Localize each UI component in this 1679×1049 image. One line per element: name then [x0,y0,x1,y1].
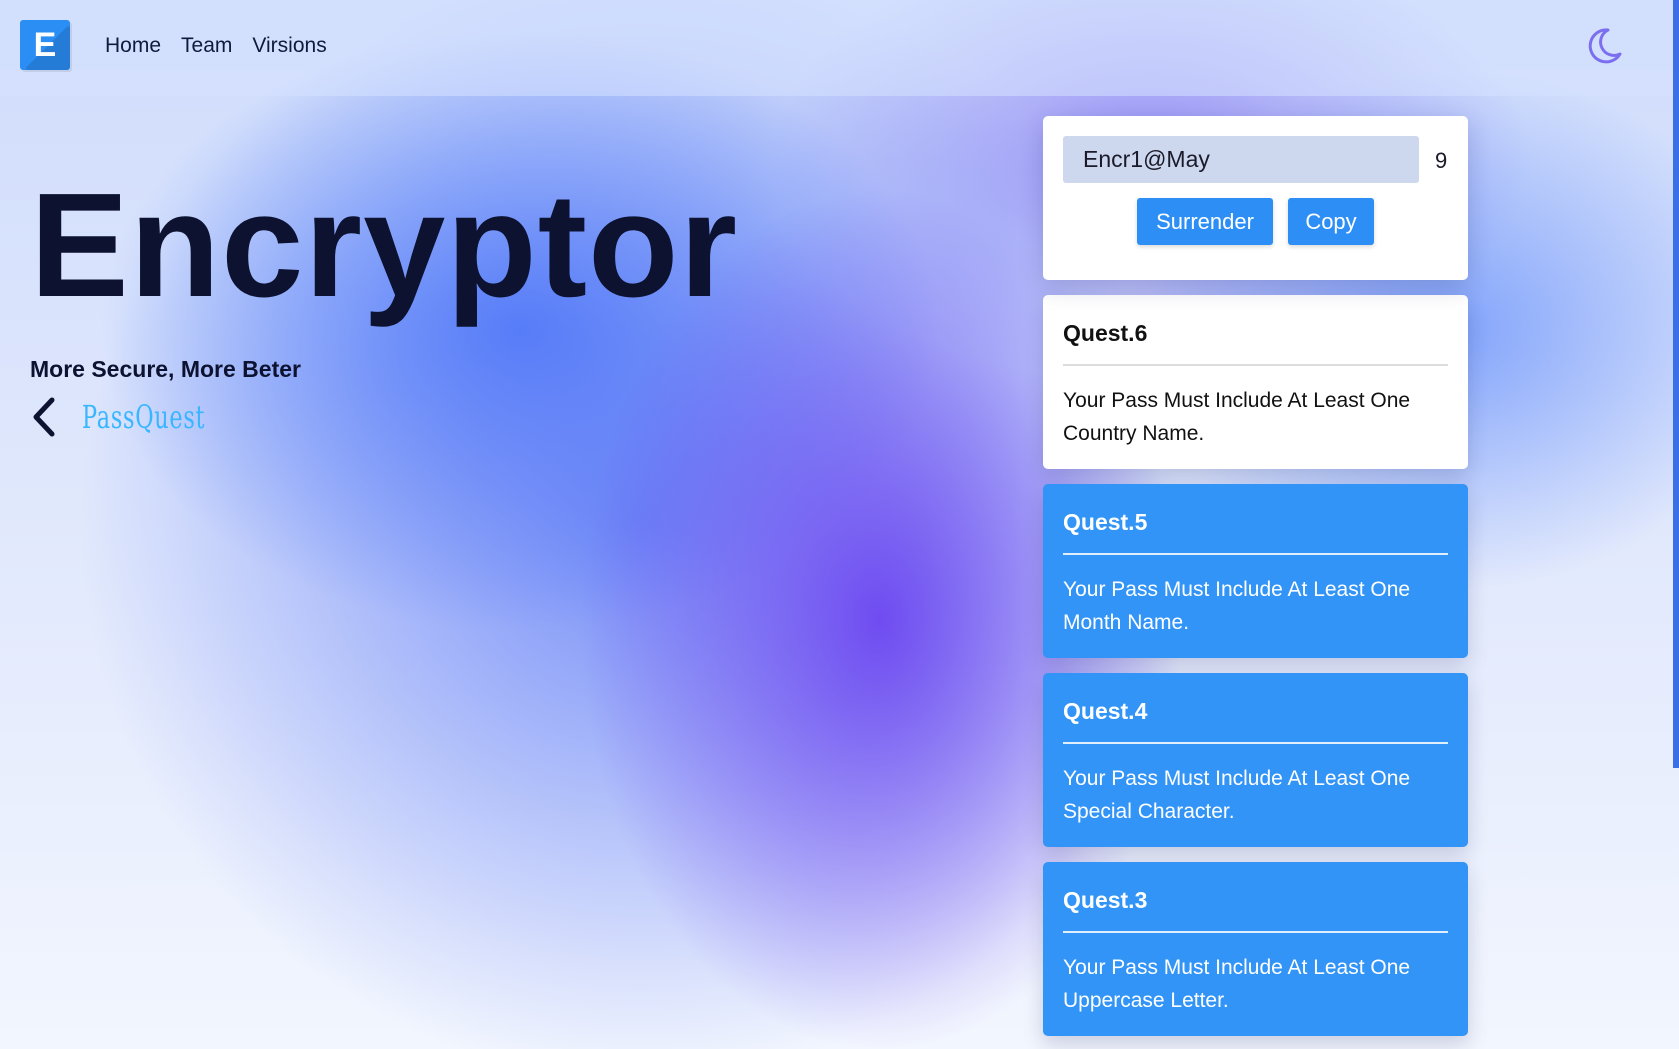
quest-title: Quest.5 [1063,509,1148,535]
password-card: 9 Surrender Copy [1043,116,1468,280]
chevron-left-icon[interactable] [30,395,60,439]
quest-title: Quest.4 [1063,698,1148,724]
quest-divider [1063,931,1448,933]
quest-title: Quest.6 [1063,320,1148,346]
navbar: E Home Team Virsions [0,0,1679,96]
back-row: PassQuest [30,395,258,439]
logo[interactable]: E [20,20,70,70]
nav-link-team[interactable]: Team [181,34,232,58]
quest-text: Your Pass Must Include At Least One Coun… [1063,389,1411,445]
quest-card-4: Quest.4 Your Pass Must Include At Least … [1043,673,1468,847]
quest-card-5: Quest.5 Your Pass Must Include At Least … [1043,484,1468,658]
quest-divider [1063,742,1448,744]
quest-text: Your Pass Must Include At Least One Spec… [1063,767,1411,823]
page-scrollbar[interactable] [1673,0,1679,768]
nav-links: Home Team Virsions [105,34,347,58]
passquest-link[interactable]: PassQuest [82,398,205,436]
password-input[interactable] [1063,136,1419,183]
quest-divider [1063,364,1448,366]
password-length: 9 [1435,148,1448,173]
copy-button[interactable]: Copy [1288,198,1374,245]
nav-link-home[interactable]: Home [105,34,161,58]
quest-card-3: Quest.3 Your Pass Must Include At Least … [1043,862,1468,1036]
hero-subtitle: More Secure, More Beter [30,356,301,382]
quest-text: Your Pass Must Include At Least One Uppe… [1063,956,1411,1012]
quest-divider [1063,553,1448,555]
quest-text: Your Pass Must Include At Least One Mont… [1063,578,1411,634]
hero-title: Encryptor [30,163,739,328]
quest-title: Quest.3 [1063,887,1148,913]
quest-card-6: Quest.6 Your Pass Must Include At Least … [1043,295,1468,469]
surrender-button[interactable]: Surrender [1137,198,1273,245]
logo-letter: E [33,25,57,64]
theme-toggle-button[interactable] [1582,24,1626,68]
nav-link-versions[interactable]: Virsions [252,34,326,58]
moon-icon [1588,28,1622,64]
quest-panel: 9 Surrender Copy Quest.6 Your Pass Must … [1043,116,1468,1036]
